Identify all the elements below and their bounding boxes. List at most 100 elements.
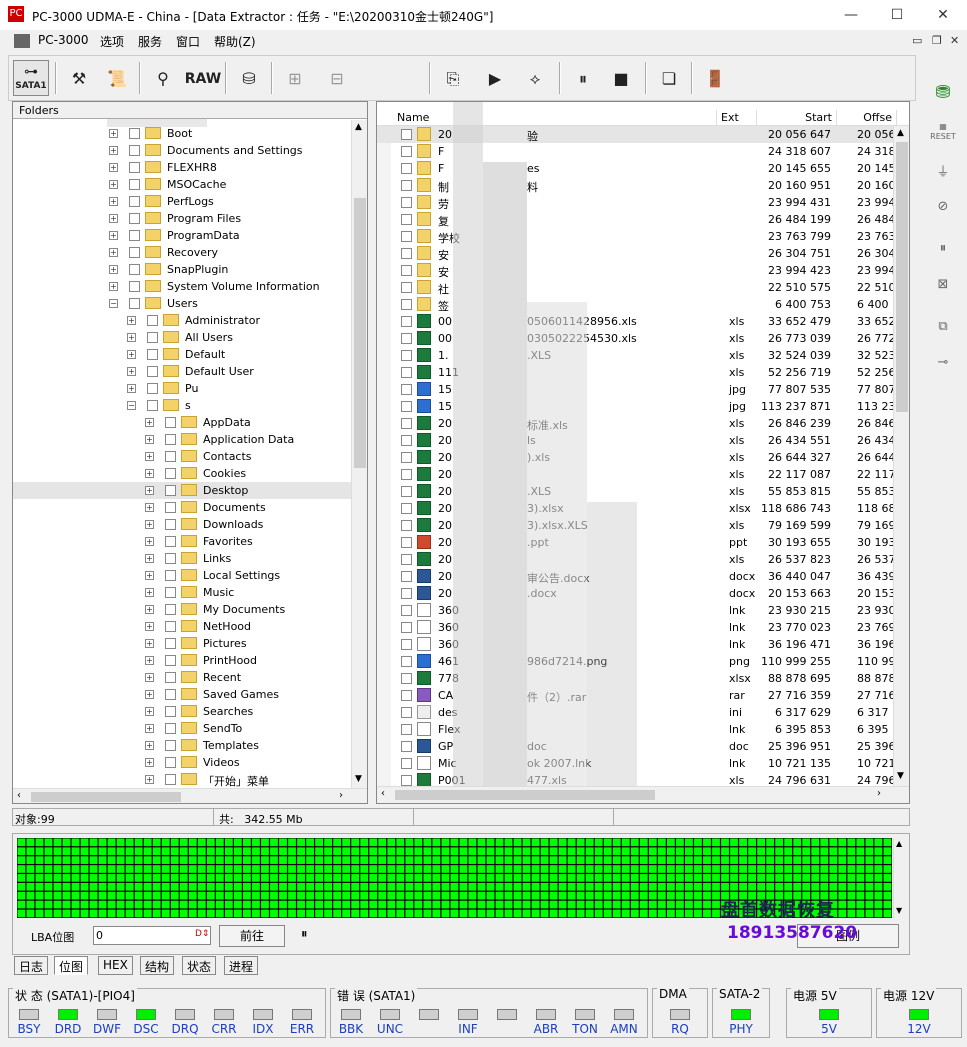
tab-structure[interactable]: 结构: [140, 956, 175, 975]
tab-log[interactable]: 日志: [14, 956, 49, 975]
tree-checkbox[interactable]: [165, 774, 176, 785]
tree-checkbox[interactable]: [165, 485, 176, 496]
file-checkbox[interactable]: [401, 741, 412, 752]
file-checkbox[interactable]: [401, 724, 412, 735]
file-checkbox[interactable]: [401, 163, 412, 174]
tree-expander-icon[interactable]: +: [145, 452, 154, 461]
tab-bitmap[interactable]: 位图: [54, 956, 89, 975]
head-button[interactable]: ⊘: [928, 194, 958, 220]
tree-checkbox[interactable]: [165, 417, 176, 428]
tree-item[interactable]: + ProgramData: [13, 227, 351, 244]
side-pause-button[interactable]: ⏸: [928, 236, 958, 262]
tree-item[interactable]: + System Volume Information: [13, 278, 351, 295]
file-checkbox[interactable]: [401, 248, 412, 259]
search-button[interactable]: ⚲: [145, 60, 181, 96]
tree-checkbox[interactable]: [165, 706, 176, 717]
file-checkbox[interactable]: [401, 588, 412, 599]
tree-checkbox[interactable]: [147, 315, 158, 326]
branch-button[interactable]: ⟡: [517, 60, 553, 96]
tab-process[interactable]: 进程: [224, 956, 259, 975]
tab-hex[interactable]: HEX: [98, 956, 133, 975]
tree-expander-icon[interactable]: +: [145, 418, 154, 427]
tree-checkbox[interactable]: [165, 689, 176, 700]
tree-item[interactable]: + Templates: [13, 737, 351, 754]
menu-service[interactable]: 服务: [138, 33, 162, 50]
connector-button[interactable]: ⊸: [928, 350, 958, 376]
tree-item[interactable]: + Documents: [13, 499, 351, 516]
file-checkbox[interactable]: [401, 622, 412, 633]
folders-hscrollbar[interactable]: ‹ ›: [13, 788, 367, 803]
file-checkbox[interactable]: [401, 554, 412, 565]
tree-checkbox[interactable]: [165, 519, 176, 530]
tree-expander-icon[interactable]: +: [109, 163, 118, 172]
file-checkbox[interactable]: [401, 282, 412, 293]
tree-checkbox[interactable]: [165, 638, 176, 649]
tree-item[interactable]: + Desktop: [13, 482, 351, 499]
file-checkbox[interactable]: [401, 401, 412, 412]
file-checkbox[interactable]: [401, 316, 412, 327]
tools-button[interactable]: ⚒: [61, 60, 97, 96]
tab-status[interactable]: 状态: [182, 956, 217, 975]
tree-expander-icon[interactable]: +: [145, 690, 154, 699]
tree-expander-icon[interactable]: +: [109, 265, 118, 274]
tree-expander-icon[interactable]: +: [145, 605, 154, 614]
file-checkbox[interactable]: [401, 299, 412, 310]
minimize-button[interactable]: —: [836, 4, 866, 26]
scroll-left-icon[interactable]: ‹: [17, 790, 21, 801]
tree-item[interactable]: + My Documents: [13, 601, 351, 618]
tree-checkbox[interactable]: [129, 145, 140, 156]
tree-item[interactable]: + Recovery: [13, 244, 351, 261]
tree-item[interactable]: + Searches: [13, 703, 351, 720]
tree-item[interactable]: + Application Data: [13, 431, 351, 448]
app-menu-icon[interactable]: [14, 34, 30, 48]
scroll-up-icon[interactable]: ▲: [897, 128, 904, 138]
tree-item[interactable]: + NetHood: [13, 618, 351, 635]
scroll-left-icon[interactable]: ‹: [381, 788, 385, 799]
tree-item[interactable]: + MSOCache: [13, 176, 351, 193]
tree-expander-icon[interactable]: +: [127, 333, 136, 342]
tree-expander-icon[interactable]: +: [145, 469, 154, 478]
file-checkbox[interactable]: [401, 639, 412, 650]
menu-options[interactable]: 选项: [100, 33, 124, 50]
tree-expander-icon[interactable]: +: [145, 741, 154, 750]
tree-expander-icon[interactable]: +: [109, 197, 118, 206]
tree-expander-icon[interactable]: +: [145, 537, 154, 546]
play-button[interactable]: ▶: [477, 60, 513, 96]
tree-expander-icon[interactable]: +: [145, 758, 154, 767]
tree-expander-icon[interactable]: +: [109, 180, 118, 189]
tree-expander-icon[interactable]: +: [145, 724, 154, 733]
file-checkbox[interactable]: [401, 384, 412, 395]
tree-checkbox[interactable]: [165, 434, 176, 445]
menu-pc3000[interactable]: PC-3000: [38, 33, 88, 47]
tree-checkbox[interactable]: [165, 468, 176, 479]
tree-item[interactable]: + All Users: [13, 329, 351, 346]
copy-x-button[interactable]: ⧉: [928, 314, 958, 340]
tree-checkbox[interactable]: [165, 536, 176, 547]
tree-item[interactable]: + AppData: [13, 414, 351, 431]
tree-expander-icon[interactable]: −: [127, 401, 136, 410]
maximize-button[interactable]: ☐: [882, 4, 912, 26]
save-copy-button[interactable]: ⎘: [435, 60, 471, 96]
tree-checkbox[interactable]: [129, 264, 140, 275]
tree-item[interactable]: + Documents and Settings: [13, 142, 351, 159]
tree-checkbox[interactable]: [129, 213, 140, 224]
file-checkbox[interactable]: [401, 333, 412, 344]
lba-pause-button[interactable]: ⏸: [301, 927, 308, 942]
close-button[interactable]: ✕: [928, 4, 958, 26]
tree-item[interactable]: + Music: [13, 584, 351, 601]
folders-vscrollbar[interactable]: ▲ ▼: [351, 120, 367, 788]
tree-expander-icon[interactable]: +: [127, 316, 136, 325]
scroll-right-icon[interactable]: ›: [339, 790, 343, 801]
lba-input[interactable]: [93, 926, 211, 945]
col-offset[interactable]: Offse: [837, 110, 897, 126]
tree-checkbox[interactable]: [129, 298, 140, 309]
tree-item[interactable]: + Default: [13, 346, 351, 363]
col-start[interactable]: Start: [757, 110, 837, 126]
col-name[interactable]: Name: [393, 110, 717, 126]
files-vscrollbar[interactable]: ▲ ▼: [893, 126, 909, 786]
tree-item[interactable]: + FLEXHR8: [13, 159, 351, 176]
tree-checkbox[interactable]: [129, 230, 140, 241]
file-checkbox[interactable]: [401, 503, 412, 514]
reset-button[interactable]: ▦ RESET: [928, 122, 958, 148]
tree-checkbox[interactable]: [165, 621, 176, 632]
